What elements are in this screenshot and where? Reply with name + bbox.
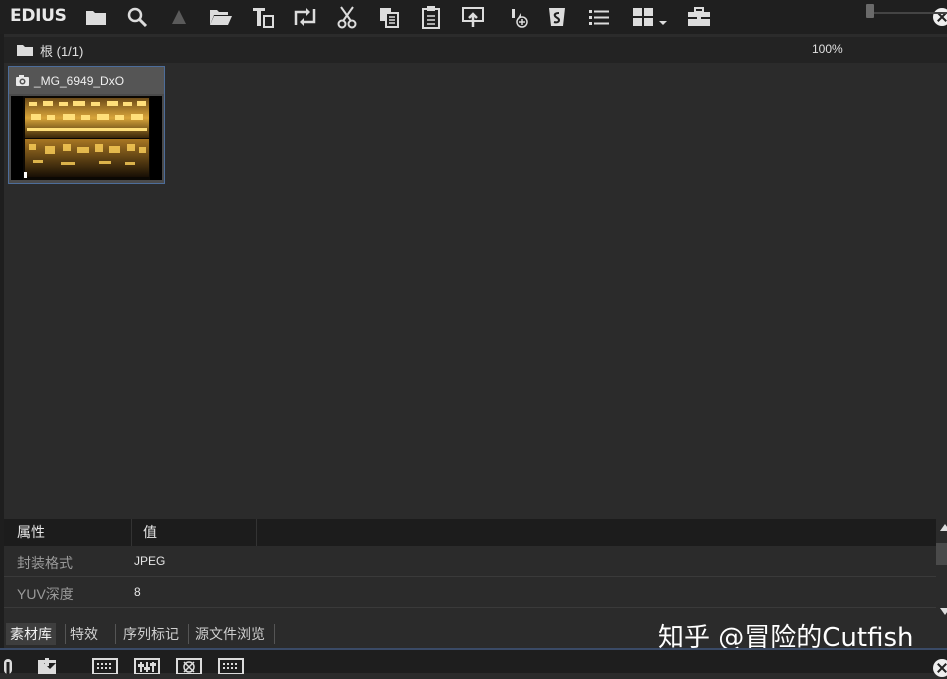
sequence-icon[interactable]	[544, 4, 570, 30]
title-icon[interactable]	[250, 4, 276, 30]
folder-icon[interactable]	[83, 4, 109, 30]
grid-icon[interactable]	[92, 658, 118, 679]
app-brand: EDIUS	[10, 6, 67, 26]
copy-icon[interactable]	[376, 4, 402, 30]
column-divider[interactable]	[256, 519, 257, 546]
mixer-icon[interactable]	[134, 658, 160, 679]
add-clip-icon[interactable]	[502, 4, 528, 30]
zoom-slider-handle[interactable]	[866, 4, 874, 18]
properties-scrollbar[interactable]	[936, 516, 947, 622]
zoom-level: 100%	[812, 42, 843, 56]
properties-header: 属性 值	[4, 519, 936, 546]
scroll-up-icon[interactable]	[940, 524, 947, 531]
vectorscope-icon[interactable]	[176, 658, 202, 679]
clip-header: _MG_6949_DxO	[9, 67, 164, 94]
path-bar: 根 (1/1) 100%	[4, 37, 947, 63]
open-folder-icon[interactable]	[208, 4, 234, 30]
keyboard-icon[interactable]	[218, 658, 244, 679]
list-view-icon[interactable]	[586, 4, 612, 30]
scroll-down-icon[interactable]	[940, 608, 947, 615]
toolbox-icon[interactable]	[686, 4, 712, 30]
tab-effects[interactable]: 特效	[66, 623, 102, 645]
close-icon[interactable]	[933, 8, 947, 26]
microphone-icon[interactable]	[0, 658, 18, 679]
folder-icon	[16, 43, 34, 62]
tab-bin[interactable]: 素材库	[6, 623, 56, 645]
property-key: 封装格式	[17, 555, 73, 571]
column-header-property[interactable]: 属性	[17, 519, 45, 546]
replace-icon[interactable]	[292, 4, 318, 30]
export-icon[interactable]	[36, 658, 62, 679]
clip-name: _MG_6949_DxO	[34, 74, 125, 88]
camera-icon	[15, 74, 30, 92]
thumbnail-view-icon[interactable]	[628, 4, 672, 30]
properties-panel: 属性 值 封装格式 JPEG YUV深度 8	[4, 516, 947, 622]
toolbar: EDIUS	[0, 0, 947, 34]
zoom-slider-track[interactable]	[870, 12, 947, 14]
paste-icon[interactable]	[418, 4, 444, 30]
table-row[interactable]: 封装格式 JPEG	[4, 546, 936, 577]
table-row[interactable]: YUV深度 8	[4, 577, 936, 608]
add-to-timeline-icon[interactable]	[460, 4, 486, 30]
column-header-value[interactable]: 值	[143, 519, 157, 546]
tab-divider	[188, 624, 189, 644]
property-key: YUV深度	[17, 586, 74, 602]
property-value: 8	[134, 585, 141, 599]
tab-source-browser[interactable]: 源文件浏览	[191, 623, 269, 645]
close-icon[interactable]	[933, 659, 947, 677]
up-arrow-icon[interactable]	[166, 4, 192, 30]
bottom-toolbar	[0, 650, 947, 675]
scrollbar-thumb[interactable]	[936, 543, 947, 565]
tab-sequence-markers[interactable]: 序列标记	[119, 623, 183, 645]
property-value: JPEG	[134, 554, 166, 568]
breadcrumb[interactable]: 根 (1/1)	[40, 41, 83, 60]
tab-divider	[274, 624, 275, 644]
tab-divider	[115, 624, 116, 644]
clip-item[interactable]: _MG_6949_DxO	[8, 66, 165, 184]
clip-thumbnail	[11, 96, 162, 180]
column-divider[interactable]	[131, 519, 132, 546]
cut-icon[interactable]	[334, 4, 360, 30]
search-icon[interactable]	[124, 4, 150, 30]
